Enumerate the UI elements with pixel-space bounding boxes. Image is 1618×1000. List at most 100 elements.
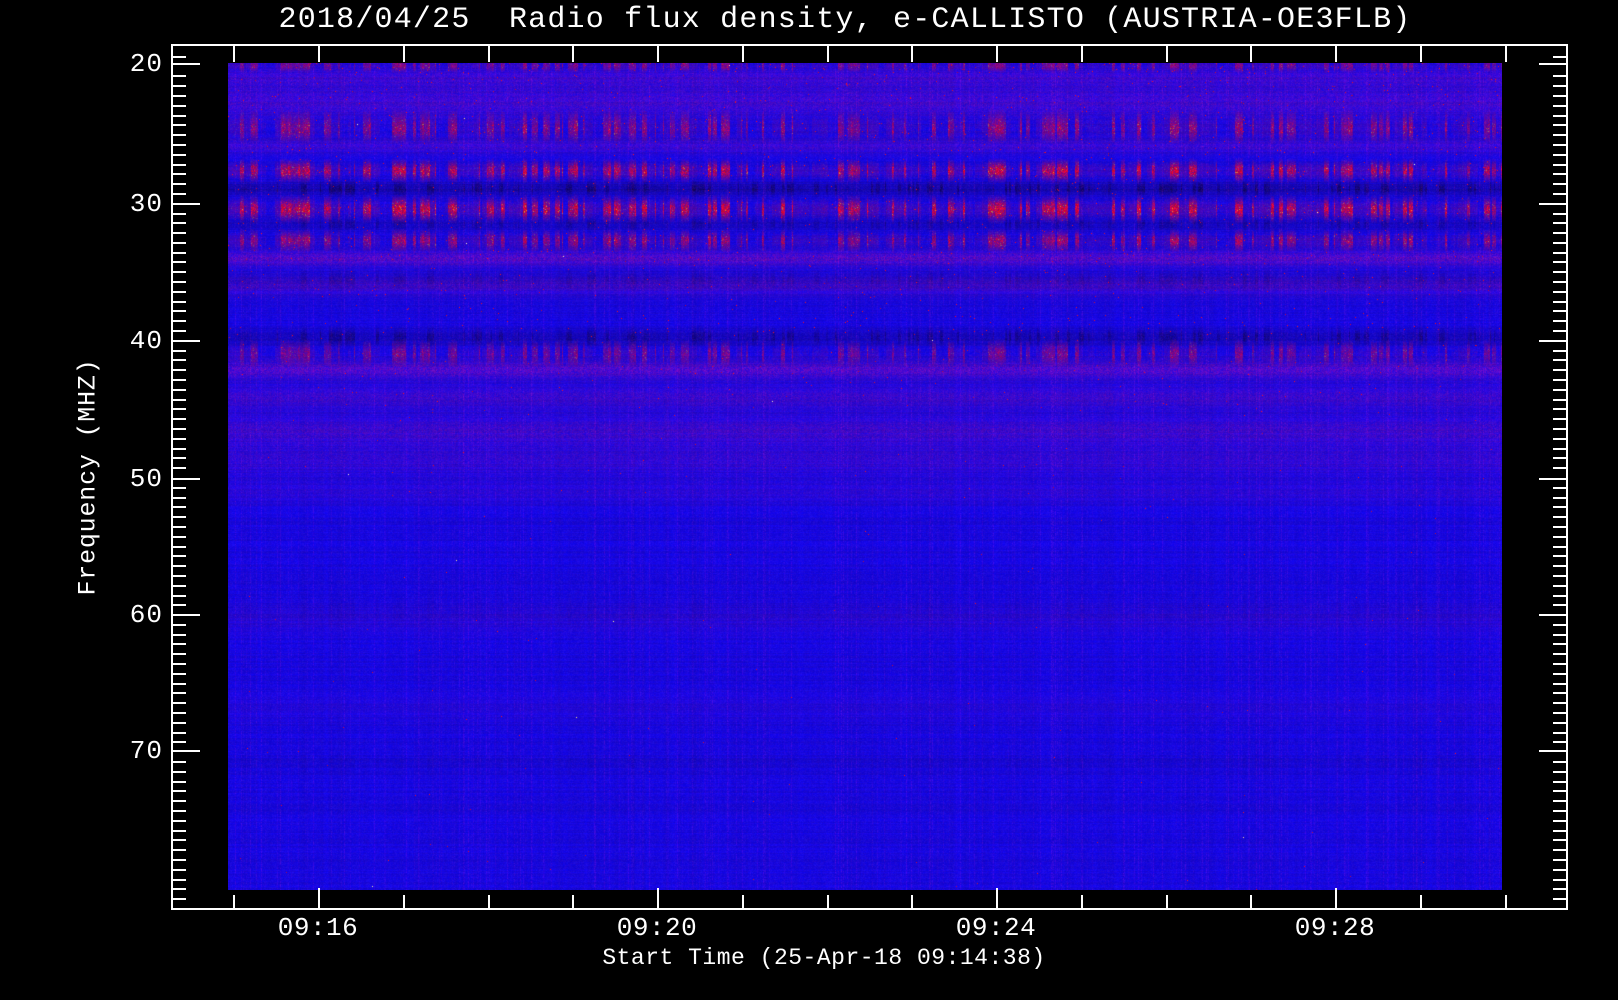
x-axis-top-tick [1250,46,1252,62]
y-axis-tick-label: 40 [129,326,163,356]
y-axis-minor-tick-right [1553,389,1566,391]
y-axis-minor-tick-right [1553,653,1566,655]
y-axis-minor-tick-right [1553,164,1566,166]
y-axis-minor-tick [173,888,186,890]
x-axis-minor-tick [233,895,235,908]
y-axis-minor-tick [173,898,186,900]
y-axis-minor-tick-right [1553,830,1566,832]
y-axis-minor-tick [173,261,186,263]
y-axis-minor-tick-right [1553,497,1566,499]
y-axis-minor-tick-right [1553,85,1566,87]
y-axis-minor-tick [173,497,186,499]
y-axis-minor-tick [173,487,186,489]
y-axis-minor-tick [173,193,186,195]
y-axis-minor-tick-right [1553,879,1566,881]
x-axis-major-tick [996,888,998,908]
y-axis-minor-tick-right [1553,75,1566,77]
y-axis-tick-label: 50 [129,464,163,494]
x-axis-top-tick [572,46,574,62]
y-axis-minor-tick-right [1553,516,1566,518]
y-axis-tick-label: 70 [129,736,163,766]
y-axis-minor-tick-right [1553,643,1566,645]
y-axis-minor-tick-right [1553,487,1566,489]
y-axis-minor-tick [173,213,186,215]
y-axis-minor-tick-right [1553,222,1566,224]
y-axis-minor-tick-right [1553,859,1566,861]
y-axis-minor-tick-right [1553,624,1566,626]
y-axis-major-tick [173,614,200,616]
y-axis-minor-tick-right [1553,595,1566,597]
y-axis-major-tick-right [1539,340,1566,342]
y-axis-minor-tick [173,546,186,548]
y-axis-minor-tick [173,124,186,126]
y-axis-minor-tick-right [1553,173,1566,175]
x-axis-top-tick [1335,46,1337,62]
y-axis-minor-tick-right [1553,330,1566,332]
y-axis-minor-tick [173,722,186,724]
y-axis-minor-tick [173,115,186,117]
y-axis-minor-tick-right [1553,634,1566,636]
y-axis-minor-tick [173,839,186,841]
y-axis-major-tick-right [1539,63,1566,65]
y-axis-minor-tick-right [1553,810,1566,812]
y-axis-major-tick [173,63,200,65]
y-axis-minor-tick [173,624,186,626]
x-axis-top-tick [403,46,405,62]
y-axis-minor-tick-right [1553,301,1566,303]
y-axis-minor-tick [173,467,186,469]
y-axis-major-tick-right [1539,478,1566,480]
y-axis-minor-tick [173,350,186,352]
y-axis-minor-tick [173,75,186,77]
y-axis-minor-tick-right [1553,663,1566,665]
y-axis-minor-tick-right [1553,800,1566,802]
y-axis-major-tick [173,478,200,480]
y-axis-minor-tick [173,800,186,802]
y-axis-minor-tick [173,291,186,293]
y-axis-minor-tick [173,663,186,665]
y-axis-minor-tick [173,653,186,655]
x-axis-tick-label: 09:20 [616,913,698,943]
x-axis-major-tick [318,888,320,908]
y-axis-minor-tick-right [1553,692,1566,694]
y-axis-minor-tick-right [1553,839,1566,841]
x-axis-top-tick [827,46,829,62]
y-axis-minor-tick [173,105,186,107]
y-axis-minor-tick-right [1553,732,1566,734]
y-axis-tick-label: 60 [129,600,163,630]
y-axis-minor-tick-right [1553,261,1566,263]
y-axis-minor-tick-right [1553,144,1566,146]
y-axis-minor-tick [173,771,186,773]
y-axis-minor-tick [173,222,186,224]
x-axis-top-tick [742,46,744,62]
y-axis-minor-tick-right [1553,154,1566,156]
y-axis-minor-tick-right [1553,428,1566,430]
y-axis-minor-tick [173,702,186,704]
x-axis-top-tick [233,46,235,62]
y-axis-minor-tick-right [1553,320,1566,322]
y-axis-minor-tick [173,164,186,166]
y-axis-minor-tick [173,732,186,734]
x-axis-minor-tick [742,895,744,908]
y-axis-minor-tick [173,790,186,792]
y-axis-minor-tick [173,761,186,763]
y-axis-minor-tick [173,438,186,440]
y-axis-minor-tick-right [1553,408,1566,410]
y-axis-minor-tick [173,448,186,450]
y-axis-minor-tick-right [1553,869,1566,871]
y-axis-minor-tick-right [1553,888,1566,890]
x-axis-minor-tick [1081,895,1083,908]
y-axis-minor-tick [173,232,186,234]
y-axis-minor-tick-right [1553,438,1566,440]
x-axis-major-tick [1335,888,1337,908]
x-axis-top-tick [996,46,998,62]
y-axis-minor-tick [173,692,186,694]
x-axis-minor-tick [1166,895,1168,908]
y-axis-minor-tick-right [1553,95,1566,97]
y-axis-minor-tick [173,271,186,273]
y-axis-minor-tick-right [1553,536,1566,538]
x-axis-top-tick [488,46,490,62]
y-axis-minor-tick [173,849,186,851]
y-axis-minor-tick-right [1553,722,1566,724]
y-axis-minor-tick-right [1553,105,1566,107]
y-axis-minor-tick [173,643,186,645]
